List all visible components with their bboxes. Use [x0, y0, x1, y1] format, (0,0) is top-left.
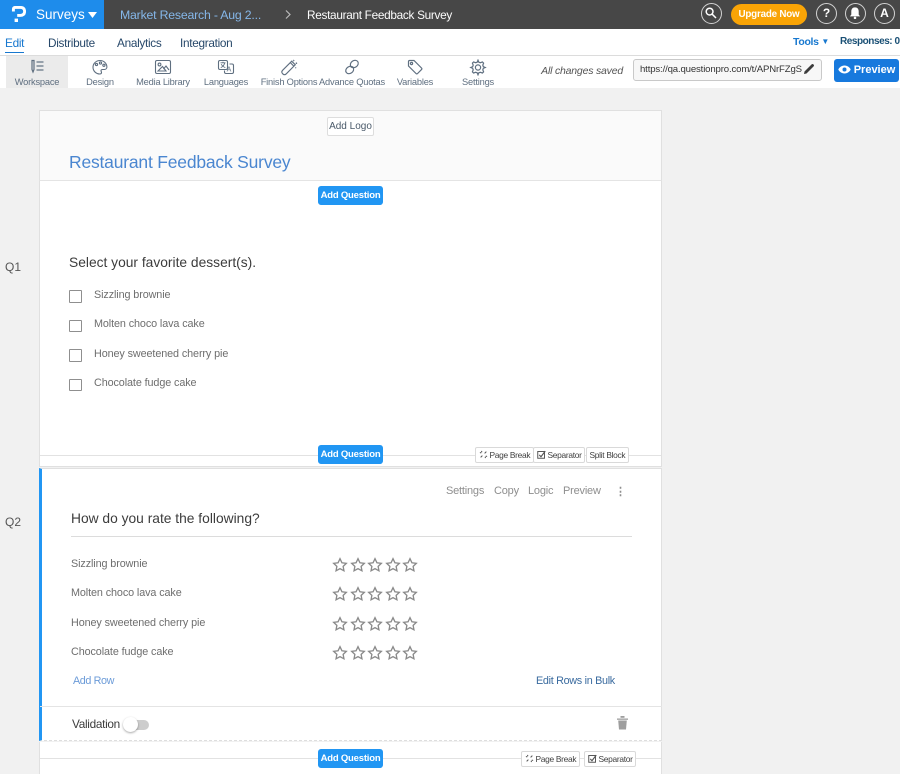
- svg-text:A: A: [227, 67, 232, 74]
